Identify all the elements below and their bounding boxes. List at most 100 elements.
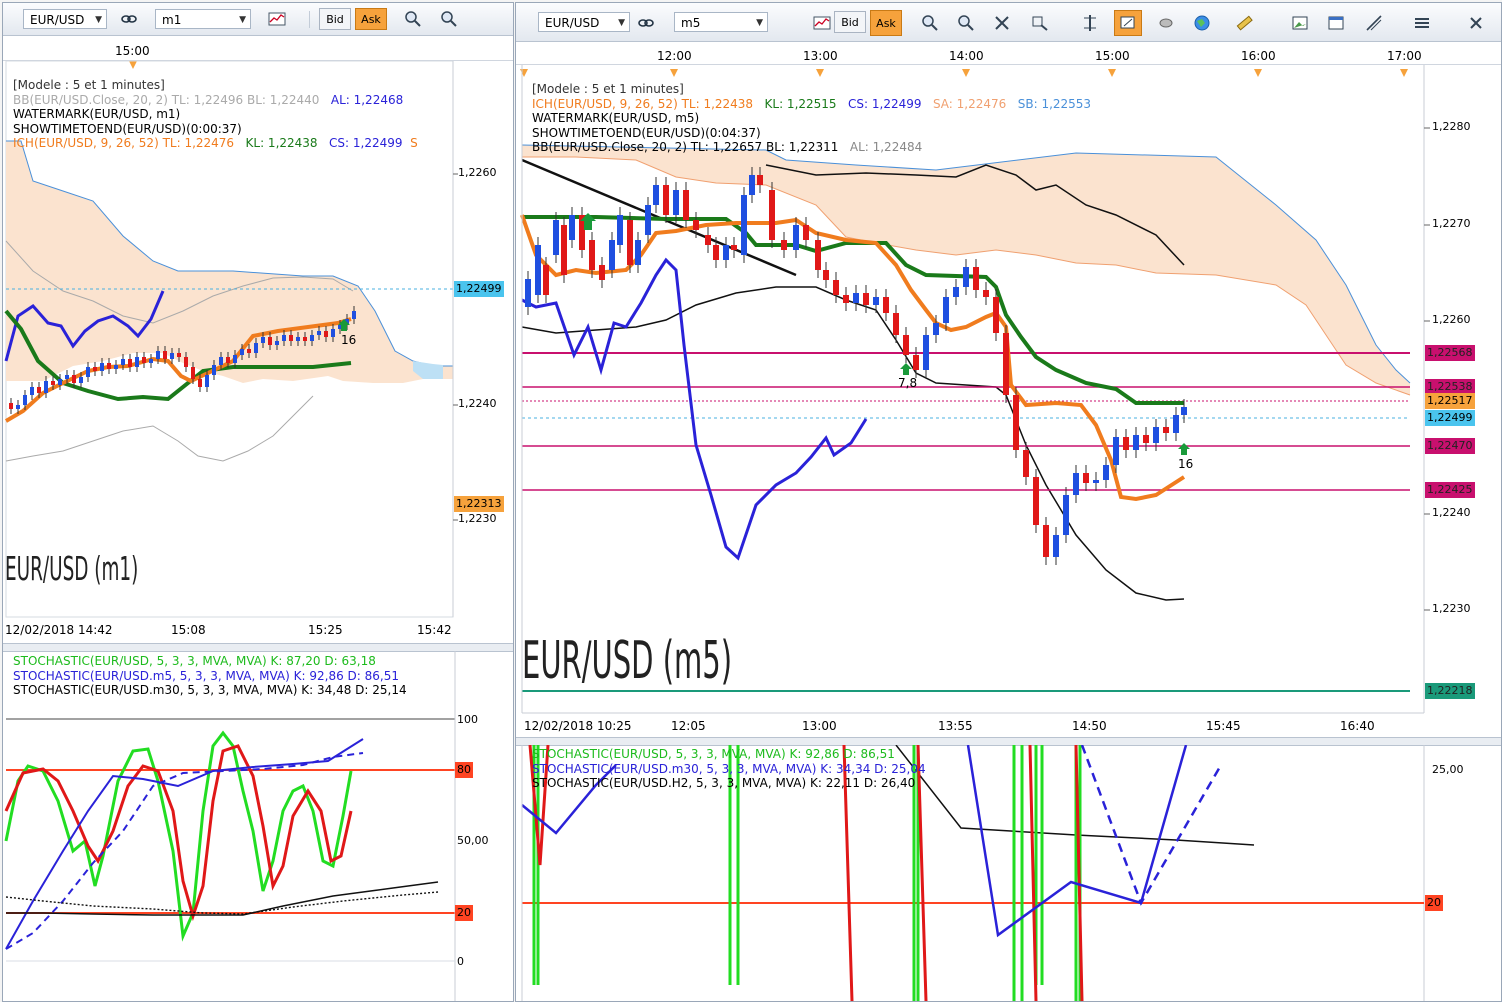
- candle-body: [198, 379, 202, 387]
- right-symbol-value: EUR/USD: [545, 16, 600, 30]
- right-bottom-time: 14:50: [1072, 719, 1107, 733]
- candle-body: [44, 381, 48, 393]
- candle-body: [617, 215, 623, 245]
- candle-body: [317, 331, 321, 335]
- right-bottom-time: 13:00: [802, 719, 837, 733]
- left-price-chart[interactable]: 16 [Modele : 5 et 1 minutes] BB(EUR/USD.…: [3, 61, 511, 643]
- right-top-time: 12:00: [657, 49, 692, 63]
- right-legend-model: [Modele : 5 et 1 minutes]: [532, 82, 684, 96]
- right-legend: [Modele : 5 et 1 minutes] ICH(EUR/USD, 9…: [532, 82, 1091, 155]
- drawing-mode-icon[interactable]: [1114, 10, 1142, 36]
- candle-body: [107, 363, 111, 369]
- right-price-tick: 1,2260: [1432, 313, 1471, 326]
- left-bottom-time: 15:25: [308, 623, 343, 637]
- left-stoch-tick: 0: [457, 955, 464, 968]
- right-signal-label: 16: [1178, 457, 1194, 471]
- left-stoch-legend-m30: STOCHASTIC(EUR/USD.m30, 5, 3, 3, MVA, MV…: [13, 683, 407, 697]
- left-symbol-select[interactable]: EUR/USD ▼: [23, 9, 107, 29]
- candle-body: [1163, 427, 1169, 433]
- left-low-price-box: 1,22313: [454, 496, 504, 512]
- link-icon[interactable]: [634, 12, 658, 34]
- left-stoch-legend-m1: STOCHASTIC(EUR/USD, 5, 3, 3, MVA, MVA) K…: [13, 654, 376, 668]
- candle-body: [705, 235, 711, 245]
- bid-label: Bid: [326, 12, 344, 26]
- right-price-tick: 1,2270: [1432, 217, 1471, 230]
- chart-type-icon[interactable]: [265, 8, 289, 30]
- candle-body: [1013, 395, 1019, 450]
- zoom-fit-icon[interactable]: [1028, 12, 1052, 34]
- right-stoch-level-20: 20: [1425, 895, 1443, 911]
- candle-body: [121, 359, 125, 365]
- chart-type-icon[interactable]: [810, 12, 834, 34]
- right-price-tick: 1,2280: [1432, 120, 1471, 133]
- candle-body: [226, 357, 230, 363]
- candle-body: [933, 323, 939, 335]
- candle-body: [177, 353, 181, 357]
- candle-body: [561, 225, 567, 275]
- candle-body: [873, 297, 879, 305]
- bid-button[interactable]: Bid: [834, 11, 866, 33]
- ask-button[interactable]: Ask: [355, 8, 387, 30]
- candle-body: [1073, 473, 1079, 495]
- image-icon[interactable]: [1288, 12, 1312, 34]
- candle-body: [553, 220, 559, 255]
- candle-body: [142, 357, 146, 363]
- candle-body: [23, 395, 27, 405]
- candle-body: [16, 405, 20, 409]
- candle-body: [37, 387, 41, 393]
- candle-body: [757, 175, 763, 185]
- candle-body: [673, 190, 679, 215]
- eraser-icon[interactable]: [1154, 12, 1178, 34]
- left-stoch-panel[interactable]: STOCHASTIC(EUR/USD, 5, 3, 3, MVA, MVA) K…: [3, 651, 511, 1001]
- candle-body: [627, 220, 633, 265]
- candle-body: [1083, 473, 1089, 483]
- candle-body: [275, 341, 279, 345]
- right-symbol-select[interactable]: EUR/USD ▼: [538, 12, 630, 32]
- crosshair-icon[interactable]: [1078, 12, 1102, 34]
- right-timeframe-select[interactable]: m5 ▼: [674, 12, 768, 32]
- zoom-in-icon[interactable]: [401, 8, 425, 30]
- candle-body: [205, 375, 209, 387]
- candle-body: [963, 267, 969, 287]
- right-price-chart[interactable]: [Modele : 5 et 1 minutes] ICH(EUR/USD, 9…: [516, 65, 1501, 737]
- left-legend-bb: BB(EUR/USD.Close, 20, 2) TL: 1,22496 BL:…: [13, 92, 404, 107]
- candle-body: [893, 313, 899, 335]
- left-bottom-time: 15:42: [417, 623, 452, 637]
- left-timeframe-select[interactable]: m1 ▼: [155, 9, 251, 29]
- candle-body: [599, 265, 605, 280]
- right-signal-label: 7,8: [898, 376, 918, 390]
- right-legend-timer: SHOWTIMETOEND(EUR/USD)(0:04:37): [532, 125, 761, 140]
- chevron-down-icon: ▼: [618, 18, 625, 28]
- left-price-tick: 1,2230: [458, 512, 497, 525]
- right-bottom-time: 13:55: [938, 719, 973, 733]
- candle-body: [352, 311, 356, 319]
- window-icon[interactable]: [1324, 12, 1348, 34]
- candle-body: [853, 293, 859, 303]
- candle-body: [803, 225, 809, 240]
- candle-body: [58, 379, 62, 385]
- zoom-in-icon[interactable]: [918, 12, 942, 34]
- close-icon[interactable]: [1464, 12, 1488, 34]
- bid-button[interactable]: Bid: [319, 8, 351, 30]
- ask-label: Ask: [361, 12, 381, 26]
- candle-body: [331, 329, 335, 337]
- right-stoch-panel[interactable]: STOCHASTIC(EUR/USD, 5, 3, 3, MVA, MVA) K…: [516, 745, 1501, 1001]
- left-bottom-time: 12/02/2018 14:42: [5, 623, 113, 637]
- candle-body: [240, 349, 244, 355]
- zoom-out-icon[interactable]: [954, 12, 978, 34]
- ruler-icon[interactable]: [1232, 12, 1256, 34]
- globe-icon[interactable]: [1190, 12, 1214, 34]
- candle-body: [883, 297, 889, 313]
- candle-body: [823, 270, 829, 280]
- ask-button[interactable]: Ask: [870, 10, 902, 36]
- left-chart-window: EUR/USD ▼ m1 ▼ Bid Ask 15:00 16 [Modele …: [2, 2, 514, 1002]
- candle-body: [1113, 437, 1119, 465]
- right-top-time: 15:00: [1095, 49, 1130, 63]
- left-current-price-box: 1,22499: [454, 281, 504, 297]
- link-icon[interactable]: [117, 8, 141, 30]
- draw-tools-icon[interactable]: [1362, 12, 1386, 34]
- zoom-out-icon[interactable]: [437, 8, 461, 30]
- candle-body: [983, 290, 989, 297]
- menu-icon[interactable]: [1410, 12, 1434, 34]
- autoscroll-icon[interactable]: [990, 12, 1014, 34]
